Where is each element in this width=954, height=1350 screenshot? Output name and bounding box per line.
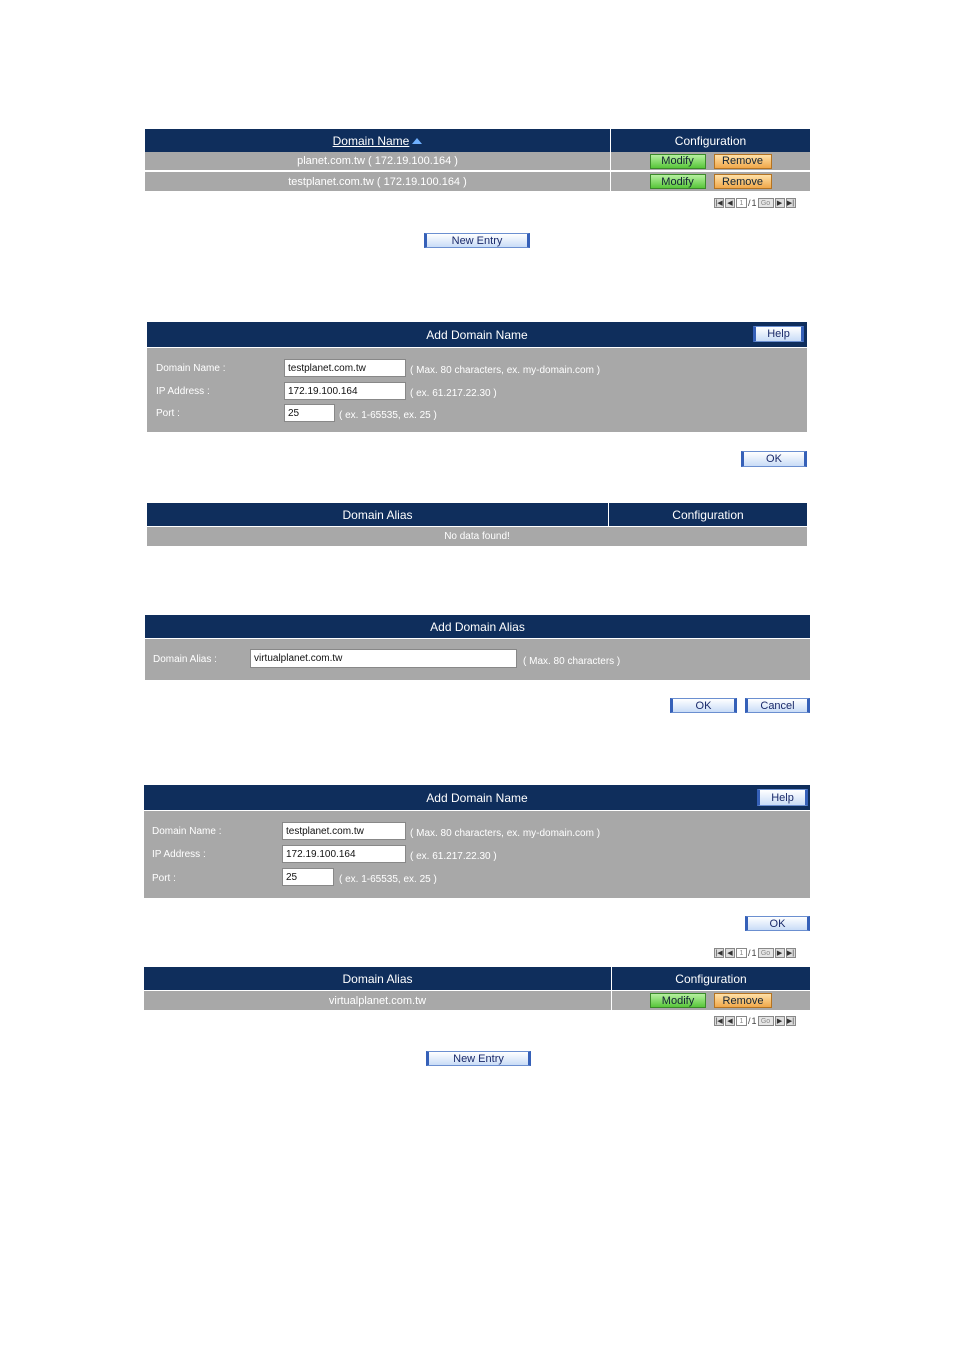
port-hint: ( ex. 1-65535, ex. 25 ) [339, 874, 437, 885]
ip-address-input[interactable]: 172.19.100.164 [284, 382, 406, 400]
new-entry-button[interactable]: New Entry [426, 1051, 531, 1066]
page-number-input[interactable]: 1 [736, 198, 747, 208]
domain-alias-column-header: Domain Alias [144, 967, 611, 990]
domain-name-input[interactable]: testplanet.com.tw [284, 359, 406, 377]
page-total: 1 [751, 1016, 757, 1026]
domain-alias-input[interactable]: virtualplanet.com.tw [250, 649, 517, 668]
prev-page-icon[interactable]: ◀ [725, 198, 735, 208]
config-cell: Modify Remove [611, 991, 810, 1010]
next-page-icon[interactable]: ▶ [774, 1016, 785, 1026]
page-total: 1 [751, 198, 757, 208]
domain-alias-label: Domain Alias : [153, 654, 217, 665]
modify-button[interactable]: Modify [650, 993, 706, 1008]
table-row: planet.com.tw ( 172.19.100.164 ) Modify … [145, 152, 810, 171]
configuration-header-label: Configuration [675, 971, 747, 986]
ok-button[interactable]: OK [745, 916, 810, 931]
page-total: 1 [751, 948, 757, 958]
next-page-icon[interactable]: ▶ [774, 948, 785, 958]
add-domain-name-header: Add Domain Name [144, 785, 810, 810]
domain-text: planet.com.tw ( 172.19.100.164 ) [297, 155, 458, 167]
alias-cell: virtualplanet.com.tw [144, 991, 611, 1010]
ip-address-hint: ( ex. 61.217.22.30 ) [410, 388, 497, 399]
last-page-icon[interactable]: ▶| [785, 948, 796, 958]
port-label: Port : [156, 408, 180, 419]
no-data-text: No data found! [444, 531, 510, 542]
remove-button[interactable]: Remove [714, 993, 772, 1008]
first-page-icon[interactable]: |◀ [714, 1016, 724, 1026]
port-input[interactable]: 25 [284, 404, 335, 422]
configuration-header-label: Configuration [674, 133, 747, 148]
ip-address-hint: ( ex. 61.217.22.30 ) [410, 851, 497, 862]
section-title: Add Domain Name [426, 327, 528, 342]
pagination: |◀ ◀ 1 / 1 Go ▶ ▶| [714, 198, 796, 208]
go-button[interactable]: Go [757, 198, 774, 208]
table-row: virtualplanet.com.tw Modify Remove [144, 991, 810, 1010]
domain-alias-hint: ( Max. 80 characters ) [523, 656, 621, 667]
cancel-button[interactable]: Cancel [745, 698, 810, 713]
pagination: |◀ ◀ 1 / 1 Go ▶ ▶| [714, 1016, 796, 1026]
sort-ascending-icon[interactable] [412, 137, 423, 144]
empty-row: No data found! [147, 527, 807, 546]
alias-text: virtualplanet.com.tw [328, 994, 427, 1007]
last-page-icon[interactable]: ▶| [785, 198, 796, 208]
configuration-column-header: Configuration [608, 503, 807, 526]
ok-button[interactable]: OK [741, 451, 807, 467]
section-title: Add Domain Name [426, 790, 528, 805]
table-row: testplanet.com.tw ( 172.19.100.164 ) Mod… [145, 172, 810, 191]
prev-page-icon[interactable]: ◀ [725, 948, 735, 958]
modify-button[interactable]: Modify [649, 174, 706, 189]
domain-alias-header-label: Domain Alias [342, 971, 413, 986]
modify-button[interactable]: Modify [649, 153, 706, 169]
port-label: Port : [152, 873, 176, 884]
domain-name-hint: ( Max. 80 characters, ex. my-domain.com … [410, 828, 601, 839]
domain-name-column-header[interactable]: Domain Name [145, 129, 610, 152]
help-button[interactable]: Help [757, 789, 808, 806]
domain-alias-header-label: Domain Alias [342, 507, 413, 522]
page-number-input[interactable]: 1 [736, 1016, 747, 1026]
ip-address-input[interactable]: 172.19.100.164 [282, 845, 406, 863]
first-page-icon[interactable]: |◀ [714, 198, 724, 208]
config-cell: Modify Remove [610, 172, 810, 191]
next-page-icon[interactable]: ▶ [774, 198, 785, 208]
pagination: |◀ ◀ 1 / 1 Go ▶ ▶| [714, 948, 796, 958]
help-button[interactable]: Help [753, 326, 804, 342]
configuration-column-header: Configuration [610, 129, 810, 152]
domain-alias-column-header: Domain Alias [147, 503, 608, 526]
page-separator: / [748, 948, 751, 958]
remove-button[interactable]: Remove [713, 153, 772, 169]
domain-alias-table-header: Domain Alias Configuration [144, 967, 810, 990]
configuration-header-label: Configuration [672, 507, 744, 522]
ip-address-label: IP Address : [156, 386, 210, 397]
domain-table-header: Domain Name Configuration [145, 129, 810, 152]
domain-name-label: Domain Name : [152, 826, 222, 837]
port-hint: ( ex. 1-65535, ex. 25 ) [339, 410, 437, 421]
section-title: Add Domain Alias [430, 619, 525, 634]
domain-name-label: Domain Name : [156, 363, 226, 374]
domain-name-hint: ( Max. 80 characters, ex. my-domain.com … [410, 365, 601, 376]
domain-cell: planet.com.tw ( 172.19.100.164 ) [145, 152, 610, 170]
config-cell: Modify Remove [610, 152, 810, 170]
go-button[interactable]: Go [757, 1016, 774, 1026]
prev-page-icon[interactable]: ◀ [725, 1016, 735, 1026]
add-domain-name-header: Add Domain Name [147, 322, 807, 347]
ip-address-label: IP Address : [152, 849, 206, 860]
configuration-column-header: Configuration [611, 967, 810, 990]
domain-cell: testplanet.com.tw ( 172.19.100.164 ) [145, 172, 610, 191]
domain-alias-table-header: Domain Alias Configuration [147, 503, 807, 526]
add-domain-alias-header: Add Domain Alias [145, 615, 810, 638]
page-separator: / [748, 198, 751, 208]
first-page-icon[interactable]: |◀ [714, 948, 724, 958]
domain-text: testplanet.com.tw ( 172.19.100.164 ) [288, 175, 467, 188]
new-entry-button[interactable]: New Entry [424, 233, 530, 248]
go-button[interactable]: Go [757, 948, 774, 958]
domain-name-input[interactable]: testplanet.com.tw [282, 822, 406, 840]
sort-by-domain-link[interactable]: Domain Name [333, 134, 410, 148]
page-separator: / [748, 1016, 751, 1026]
port-input[interactable]: 25 [282, 868, 334, 886]
last-page-icon[interactable]: ▶| [785, 1016, 796, 1026]
ok-button[interactable]: OK [670, 698, 737, 713]
page-number-input[interactable]: 1 [736, 948, 747, 958]
remove-button[interactable]: Remove [713, 174, 772, 189]
